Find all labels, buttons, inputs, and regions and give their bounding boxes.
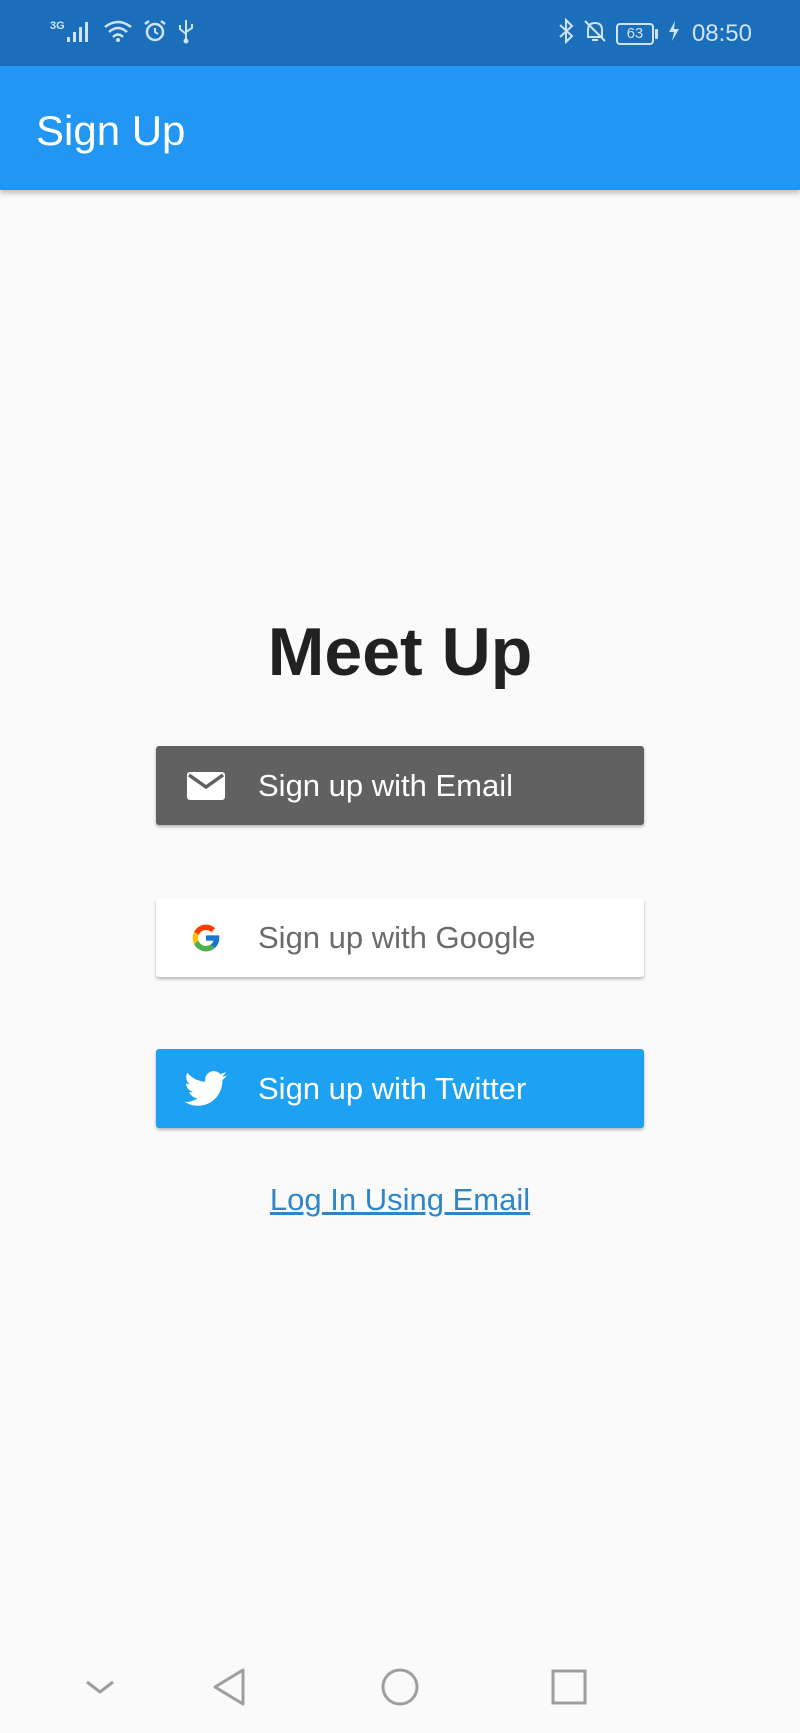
home-icon[interactable] (375, 1662, 425, 1712)
email-icon (156, 746, 256, 825)
sign-up-email-button[interactable]: Sign up with Email (156, 746, 644, 825)
sign-up-google-button[interactable]: Sign up with Google (156, 898, 644, 977)
status-icons-right: 63 08:50 (558, 17, 752, 49)
alarm-icon (143, 19, 167, 48)
clock: 08:50 (691, 19, 752, 47)
sign-up-google-label: Sign up with Google (258, 919, 536, 955)
status-icons-left: 3G (50, 18, 195, 49)
battery-icon: 63 (615, 22, 658, 45)
recents-icon[interactable] (544, 1662, 594, 1712)
charging-icon (668, 20, 680, 47)
log-in-email-link[interactable]: Log In Using Email (0, 1182, 800, 1218)
bluetooth-icon (558, 17, 574, 49)
sign-up-twitter-button[interactable]: Sign up with Twitter (156, 1049, 644, 1128)
hide-keyboard-icon[interactable] (75, 1662, 125, 1712)
status-bar: 3G 63 08:50 (0, 0, 800, 66)
app-bar: Sign Up (0, 66, 800, 190)
app-name-heading: Meet Up (267, 614, 533, 690)
google-icon (156, 898, 256, 977)
twitter-icon (156, 1049, 256, 1128)
main-content: Meet Up Sign up with Email Sign up with … (0, 190, 800, 1640)
sign-up-twitter-label: Sign up with Twitter (258, 1070, 527, 1106)
sign-up-email-label: Sign up with Email (258, 767, 514, 803)
back-icon[interactable] (204, 1662, 254, 1712)
notifications-off-icon (582, 18, 608, 49)
navigation-bar (0, 1640, 800, 1733)
network-type: 3G (50, 19, 65, 32)
page-title: Sign Up (36, 107, 186, 154)
usb-icon (177, 18, 195, 49)
wifi-icon (103, 19, 133, 48)
signal-icon (66, 19, 93, 48)
